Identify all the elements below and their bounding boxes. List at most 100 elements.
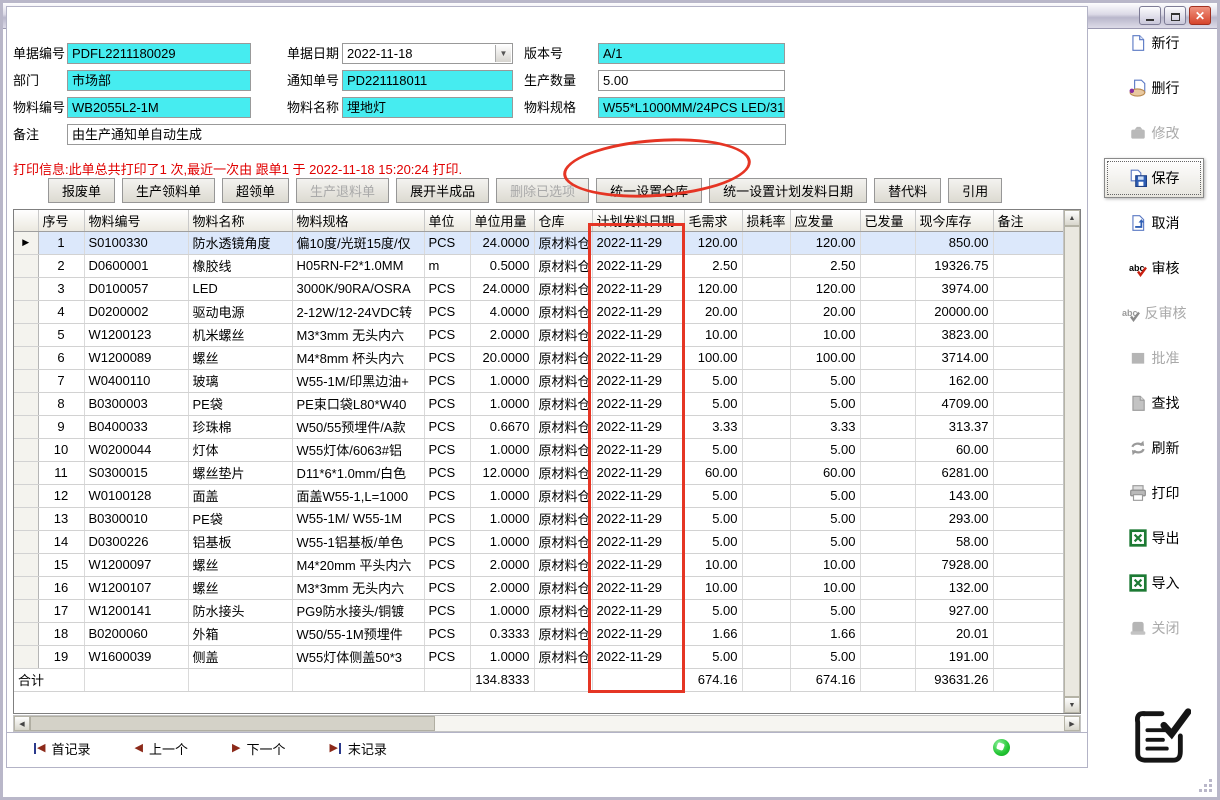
cell-remark[interactable] — [993, 461, 1064, 484]
cell-wh[interactable]: 原材料仓 — [534, 553, 592, 576]
sidebar-button-find[interactable]: 查找 — [1090, 380, 1218, 425]
cell-due[interactable]: 3.33 — [790, 415, 860, 438]
field-mat-code[interactable]: WB2055L2-1M — [67, 97, 251, 118]
field-doc-date-dropdown-button[interactable]: ▼ — [495, 45, 511, 62]
cell-unit[interactable]: PCS — [424, 438, 470, 461]
cell-name[interactable]: 灯体 — [188, 438, 292, 461]
cell-stock[interactable]: 20.01 — [915, 622, 993, 645]
toolbar-button-1[interactable]: 报废单 — [48, 178, 115, 203]
cell-gross[interactable]: 5.00 — [684, 369, 742, 392]
cell-due[interactable]: 10.00 — [790, 576, 860, 599]
cell-gross[interactable]: 120.00 — [684, 231, 742, 254]
cell-gross[interactable]: 120.00 — [684, 277, 742, 300]
cell-loss[interactable] — [742, 622, 790, 645]
sidebar-button-audit[interactable]: abc审核 — [1090, 245, 1218, 290]
cell-usage[interactable]: 2.0000 — [470, 576, 534, 599]
cell-code[interactable]: B0200060 — [84, 622, 188, 645]
cell-loss[interactable] — [742, 461, 790, 484]
cell-spec[interactable]: W55-1M/ W55-1M — [292, 507, 424, 530]
cell-issued[interactable] — [860, 438, 915, 461]
cell-seq[interactable]: 18 — [38, 622, 84, 645]
cell-code[interactable]: D0300226 — [84, 530, 188, 553]
cell-unit[interactable]: PCS — [424, 484, 470, 507]
cell-usage[interactable]: 24.0000 — [470, 231, 534, 254]
cell-loss[interactable] — [742, 599, 790, 622]
cell-seq[interactable]: 19 — [38, 645, 84, 668]
cell-gross[interactable]: 5.00 — [684, 507, 742, 530]
cell-spec[interactable]: W50/55预埋件/A款 — [292, 415, 424, 438]
cell-issued[interactable] — [860, 461, 915, 484]
cell-date[interactable]: 2022-11-29 — [592, 645, 684, 668]
cell-code[interactable]: S0100330 — [84, 231, 188, 254]
cell-name[interactable]: 橡胶线 — [188, 254, 292, 277]
cell-code[interactable]: B0400033 — [84, 415, 188, 438]
cell-issued[interactable] — [860, 254, 915, 277]
cell-issued[interactable] — [860, 622, 915, 645]
cell-loss[interactable] — [742, 645, 790, 668]
cell-usage[interactable]: 0.3333 — [470, 622, 534, 645]
cell-date[interactable]: 2022-11-29 — [592, 323, 684, 346]
cell-usage[interactable]: 2.0000 — [470, 323, 534, 346]
cell-seq[interactable]: 10 — [38, 438, 84, 461]
field-prod-qty[interactable]: 5.00 — [598, 70, 785, 91]
field-mat-name[interactable]: 埋地灯 — [342, 97, 513, 118]
table-row[interactable]: 2D0600001橡胶线H05RN-F2*1.0MMm0.5000原材料仓202… — [14, 254, 1064, 277]
cell-code[interactable]: D0200002 — [84, 300, 188, 323]
cell-name[interactable]: 螺丝 — [188, 553, 292, 576]
cell-spec[interactable]: D11*6*1.0mm/白色 — [292, 461, 424, 484]
cell-unit[interactable]: PCS — [424, 576, 470, 599]
sidebar-button-new-row[interactable]: 新行 — [1090, 20, 1218, 65]
cell-gross[interactable]: 1.66 — [684, 622, 742, 645]
table-row[interactable]: 5W1200123机米螺丝M3*3mm 无头内六PCS2.0000原材料仓202… — [14, 323, 1064, 346]
cell-usage[interactable]: 1.0000 — [470, 369, 534, 392]
cell-stock[interactable]: 3823.00 — [915, 323, 993, 346]
cell-wh[interactable]: 原材料仓 — [534, 346, 592, 369]
cell-gross[interactable]: 5.00 — [684, 599, 742, 622]
cell-loss[interactable] — [742, 231, 790, 254]
cell-date[interactable]: 2022-11-29 — [592, 300, 684, 323]
cell-date[interactable]: 2022-11-29 — [592, 553, 684, 576]
cell-spec[interactable]: PE束口袋L80*W40 — [292, 392, 424, 415]
cell-remark[interactable] — [993, 438, 1064, 461]
cell-code[interactable]: W1200089 — [84, 346, 188, 369]
cell-name[interactable]: 面盖 — [188, 484, 292, 507]
table-row[interactable]: 18B0200060外箱W50/55-1M预埋件PCS0.3333原材料仓202… — [14, 622, 1064, 645]
cell-remark[interactable] — [993, 323, 1064, 346]
cell-code[interactable]: D0100057 — [84, 277, 188, 300]
cell-loss[interactable] — [742, 576, 790, 599]
cell-issued[interactable] — [860, 323, 915, 346]
cell-usage[interactable]: 1.0000 — [470, 438, 534, 461]
cell-date[interactable]: 2022-11-29 — [592, 254, 684, 277]
resize-grip[interactable] — [1199, 779, 1212, 792]
cell-name[interactable]: 驱动电源 — [188, 300, 292, 323]
cell-date[interactable]: 2022-11-29 — [592, 346, 684, 369]
cell-seq[interactable]: 13 — [38, 507, 84, 530]
cell-code[interactable]: W1200097 — [84, 553, 188, 576]
cell-seq[interactable]: 11 — [38, 461, 84, 484]
table-row[interactable]: 14D0300226铝基板W55-1铝基板/单色PCS1.0000原材料仓202… — [14, 530, 1064, 553]
cell-loss[interactable] — [742, 369, 790, 392]
column-header-spec[interactable]: 物料规格 — [292, 210, 424, 231]
cell-usage[interactable]: 20.0000 — [470, 346, 534, 369]
cell-name[interactable]: 侧盖 — [188, 645, 292, 668]
cell-loss[interactable] — [742, 438, 790, 461]
column-header-due[interactable]: 应发量 — [790, 210, 860, 231]
cell-wh[interactable]: 原材料仓 — [534, 507, 592, 530]
cell-due[interactable]: 1.66 — [790, 622, 860, 645]
cell-seq[interactable]: 4 — [38, 300, 84, 323]
table-row[interactable]: 3D0100057LED3000K/90RA/OSRAPCS24.0000原材料… — [14, 277, 1064, 300]
table-row[interactable]: 7W0400110玻璃W55-1M/印黑边油+PCS1.0000原材料仓2022… — [14, 369, 1064, 392]
cell-unit[interactable]: PCS — [424, 323, 470, 346]
cell-remark[interactable] — [993, 484, 1064, 507]
cell-name[interactable]: 防水接头 — [188, 599, 292, 622]
cell-wh[interactable]: 原材料仓 — [534, 530, 592, 553]
cell-due[interactable]: 5.00 — [790, 599, 860, 622]
cell-seq[interactable]: 1 — [38, 231, 84, 254]
field-doc-date[interactable]: 2022-11-18▼ — [342, 43, 513, 64]
cell-gross[interactable]: 5.00 — [684, 645, 742, 668]
field-mat-spec[interactable]: W55*L1000MM/24PCS LED/310 — [598, 97, 785, 118]
cell-date[interactable]: 2022-11-29 — [592, 530, 684, 553]
cell-issued[interactable] — [860, 553, 915, 576]
cell-seq[interactable]: 2 — [38, 254, 84, 277]
cell-wh[interactable]: 原材料仓 — [534, 231, 592, 254]
